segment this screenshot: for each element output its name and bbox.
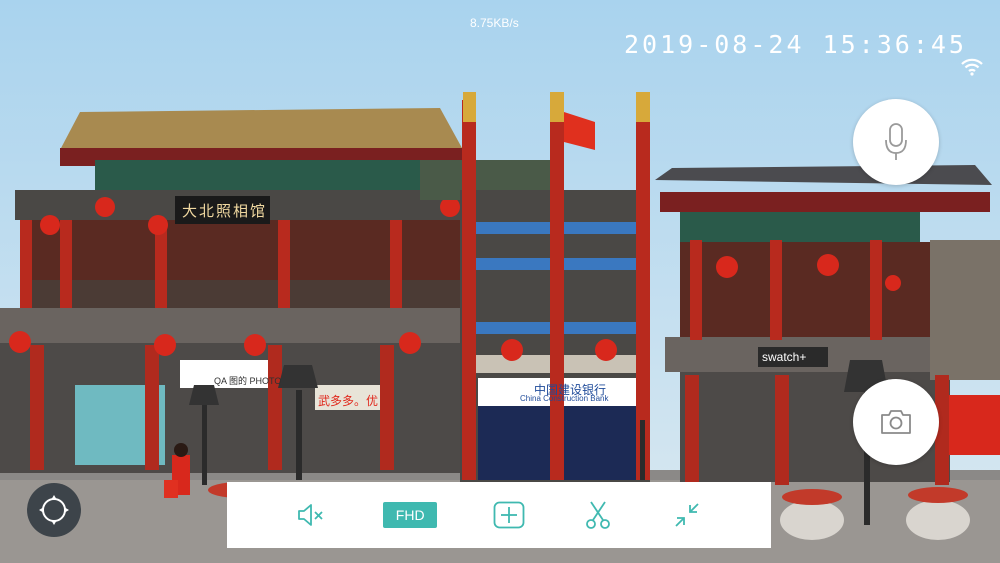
mute-button[interactable]	[291, 495, 331, 535]
expand-view-button[interactable]	[489, 495, 529, 535]
talk-button[interactable]	[853, 99, 939, 185]
brand-sign: swatch+	[762, 350, 807, 364]
exit-fullscreen-icon	[674, 503, 699, 527]
left-building	[0, 108, 465, 473]
expand-view-icon	[493, 501, 525, 529]
exit-fullscreen-button[interactable]	[667, 495, 707, 535]
screenshot-cut-icon	[585, 501, 610, 529]
camera-icon	[881, 410, 911, 434]
microphone-icon	[885, 123, 907, 160]
bitrate-readout: 8.75KB/s	[470, 16, 519, 30]
bank-sign-en: China Construction Bank	[520, 394, 609, 403]
camera-feed	[0, 0, 1000, 563]
red-store-sign: 武多多。优	[318, 394, 379, 408]
snapshot-button[interactable]	[853, 379, 939, 465]
quality-label: FHD	[383, 502, 438, 528]
playback-toolbar: FHD	[227, 482, 771, 548]
mute-icon	[298, 504, 324, 526]
wifi-icon	[961, 58, 983, 76]
ptz-direction-icon	[39, 495, 69, 525]
shop-sign-text: 大北照相馆	[182, 202, 268, 220]
quality-button[interactable]: FHD	[380, 495, 440, 535]
photo-store-sign: QA 图的 PHOTO	[214, 376, 282, 386]
record-clip-button[interactable]	[578, 495, 618, 535]
ptz-control-button[interactable]	[27, 483, 81, 537]
timestamp: 2019-08-24 15:36:45	[624, 30, 967, 59]
